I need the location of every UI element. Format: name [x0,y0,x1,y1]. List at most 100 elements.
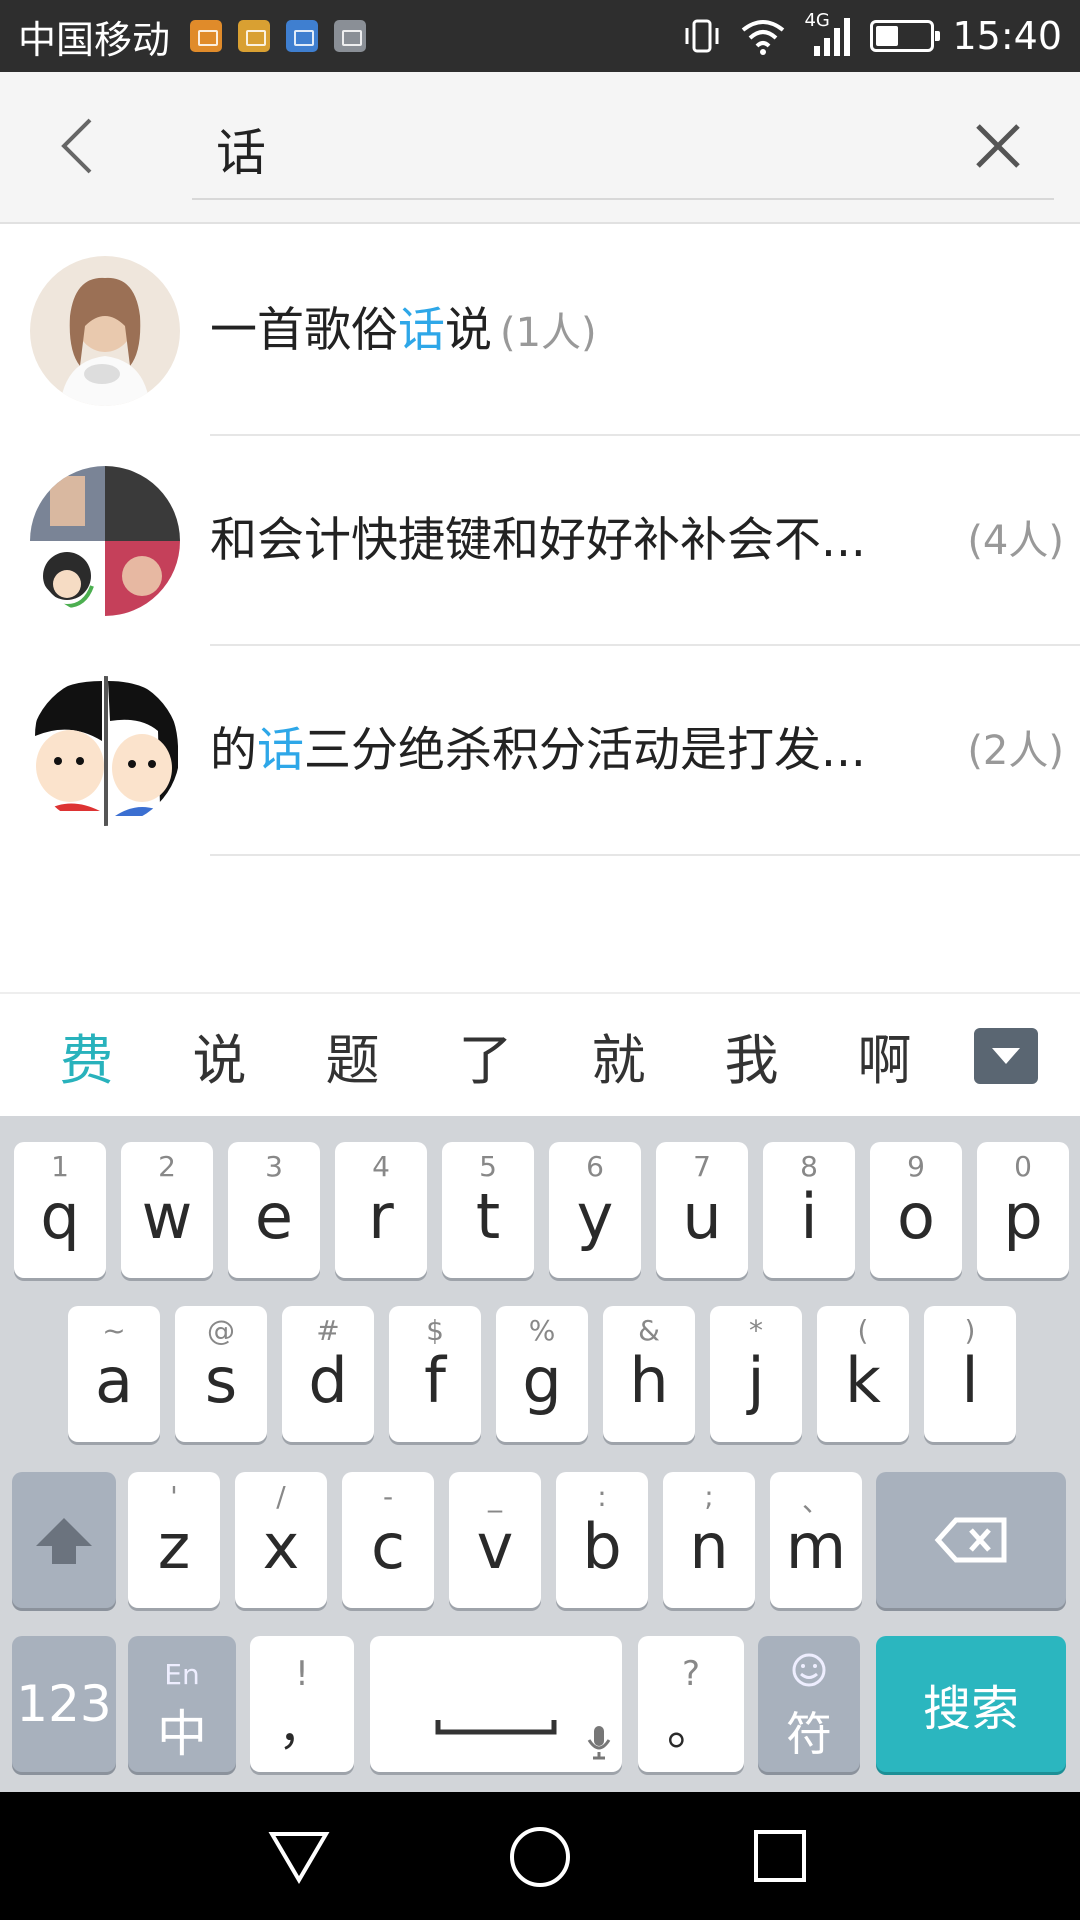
symbols-key[interactable]: 符 [758,1636,860,1772]
key-p[interactable]: 0p [977,1142,1069,1278]
group-avatar [30,256,180,406]
key-sub-label: 9 [907,1150,925,1183]
key-main-label: g [522,1344,562,1417]
keyboard-icon [238,20,271,52]
key-main-label: p [1003,1180,1043,1253]
soft-keyboard: 123 En 中 ! ， ? 。 符 搜索 1 q 2 w 3 e 4 r 5 … [0,1116,1080,1792]
system-nav-bar [0,1792,1080,1920]
member-count: (4人) [967,518,1064,564]
key-sub-label: 7 [693,1150,711,1183]
key-sub-label: ' [170,1480,178,1513]
group-result-item[interactable]: 和会计快捷键和好好补补会不... (4人) [0,436,1080,646]
backspace-key[interactable] [876,1472,1066,1608]
key-c[interactable]: -c [342,1472,434,1608]
shift-key[interactable] [12,1472,116,1608]
nav-back-button[interactable] [264,1822,334,1892]
key-main-label: x [262,1510,300,1583]
candidate-word[interactable]: 就 [552,1016,685,1095]
nav-recents-button[interactable] [746,1822,816,1892]
period-key[interactable]: ? 。 [638,1636,744,1772]
key-q[interactable]: 1q [14,1142,106,1278]
key-main-label: h [629,1344,669,1417]
key-j[interactable]: * j [710,1306,802,1442]
candidate-word[interactable]: 我 [685,1016,818,1095]
triangle-back-icon [268,1832,330,1884]
numbers-key[interactable]: 123 [12,1636,116,1772]
search-header [0,72,1080,224]
title-part: 和会计快捷键和好好补补会不... [210,513,866,568]
group-results-list: 一首歌俗话说 (1人) 和会计快捷键和好好补补会不... (4人) 的话三分绝杀… [0,226,1080,856]
group-result-item[interactable]: 的话三分绝杀积分活动是打发... (2人) [0,646,1080,856]
chevron-down-icon [992,1048,1020,1064]
candidate-word[interactable]: 啊 [818,1016,951,1095]
key-main-label: q [40,1180,80,1253]
key-u[interactable]: 7u [656,1142,748,1278]
gallery-icon [334,20,367,52]
key-d[interactable]: # d [282,1306,374,1442]
key-f[interactable]: $ f [389,1306,481,1442]
key-sub-label: 2 [158,1150,176,1183]
clear-search-button[interactable] [968,116,1028,176]
key-w[interactable]: 2w [121,1142,213,1278]
candidate-word[interactable]: 题 [286,1016,419,1095]
key-sub-label: 6 [586,1150,604,1183]
key-n[interactable]: ; n [663,1472,755,1608]
health-icon [286,20,319,52]
key-e[interactable]: 3e [228,1142,320,1278]
key-m[interactable]: 、 m [770,1472,862,1608]
period-key-main: 。 [666,1700,715,1756]
key-main-label: i [800,1180,818,1253]
battery-icon [870,20,941,52]
notification-icons [190,20,367,52]
key-main-label: f [424,1344,446,1417]
key-l[interactable]: ) l [924,1306,1016,1442]
key-sub-label: 8 [800,1150,818,1183]
key-v[interactable]: _ v [449,1472,541,1608]
key-main-label: t [475,1180,501,1253]
key-h[interactable]: & h [603,1306,695,1442]
key-g[interactable]: % g [496,1306,588,1442]
close-icon [976,124,1020,168]
shift-arrow-icon [36,1518,92,1564]
language-sub-label: En [164,1658,200,1691]
key-b[interactable]: :b [556,1472,648,1608]
key-i[interactable]: 8i [763,1142,855,1278]
status-bar: 中国移动 4G 15:40 [0,0,1080,72]
key-s[interactable]: @ s [175,1306,267,1442]
candidate-word[interactable]: 说 [153,1016,286,1095]
key-o[interactable]: 9o [870,1142,962,1278]
key-sub-label: 4 [372,1150,390,1183]
member-count: (1人) [500,310,597,356]
key-sub-label: # [316,1314,340,1347]
key-main-label: j [747,1344,765,1417]
clock: 15:40 [952,14,1062,58]
space-key[interactable] [370,1636,622,1772]
comma-key[interactable]: ! ， [250,1636,354,1772]
title-part: 三分绝杀积分活动是打发... [304,723,866,778]
key-y[interactable]: 6y [549,1142,641,1278]
title-part: 的 [210,723,257,778]
nav-home-button[interactable] [505,1822,575,1892]
search-key[interactable]: 搜索 [876,1636,1066,1772]
key-a[interactable]: ~ a [68,1306,160,1442]
collapse-candidates-button[interactable] [974,1028,1038,1084]
key-sub-label: & [638,1314,660,1347]
group-avatar [30,676,180,826]
language-switch-key[interactable]: En 中 [128,1636,236,1772]
key-x[interactable]: / x [235,1472,327,1608]
back-button[interactable] [50,110,114,182]
key-r[interactable]: 4r [335,1142,427,1278]
key-main-label: r [368,1180,394,1253]
title-part: 一首歌俗 [210,303,398,358]
candidate-word[interactable]: 费 [20,1016,153,1095]
key-t[interactable]: 5t [442,1142,534,1278]
search-input[interactable] [192,100,1054,200]
key-sub-label: ; [704,1480,714,1513]
key-z[interactable]: ' z [128,1472,220,1608]
candidate-word[interactable]: 了 [419,1016,552,1095]
key-main-label: e [254,1180,294,1253]
title-highlight: 话 [257,723,304,778]
key-k[interactable]: (k [817,1306,909,1442]
key-main-label: d [308,1344,348,1417]
group-result-item[interactable]: 一首歌俗话说 (1人) [0,226,1080,436]
